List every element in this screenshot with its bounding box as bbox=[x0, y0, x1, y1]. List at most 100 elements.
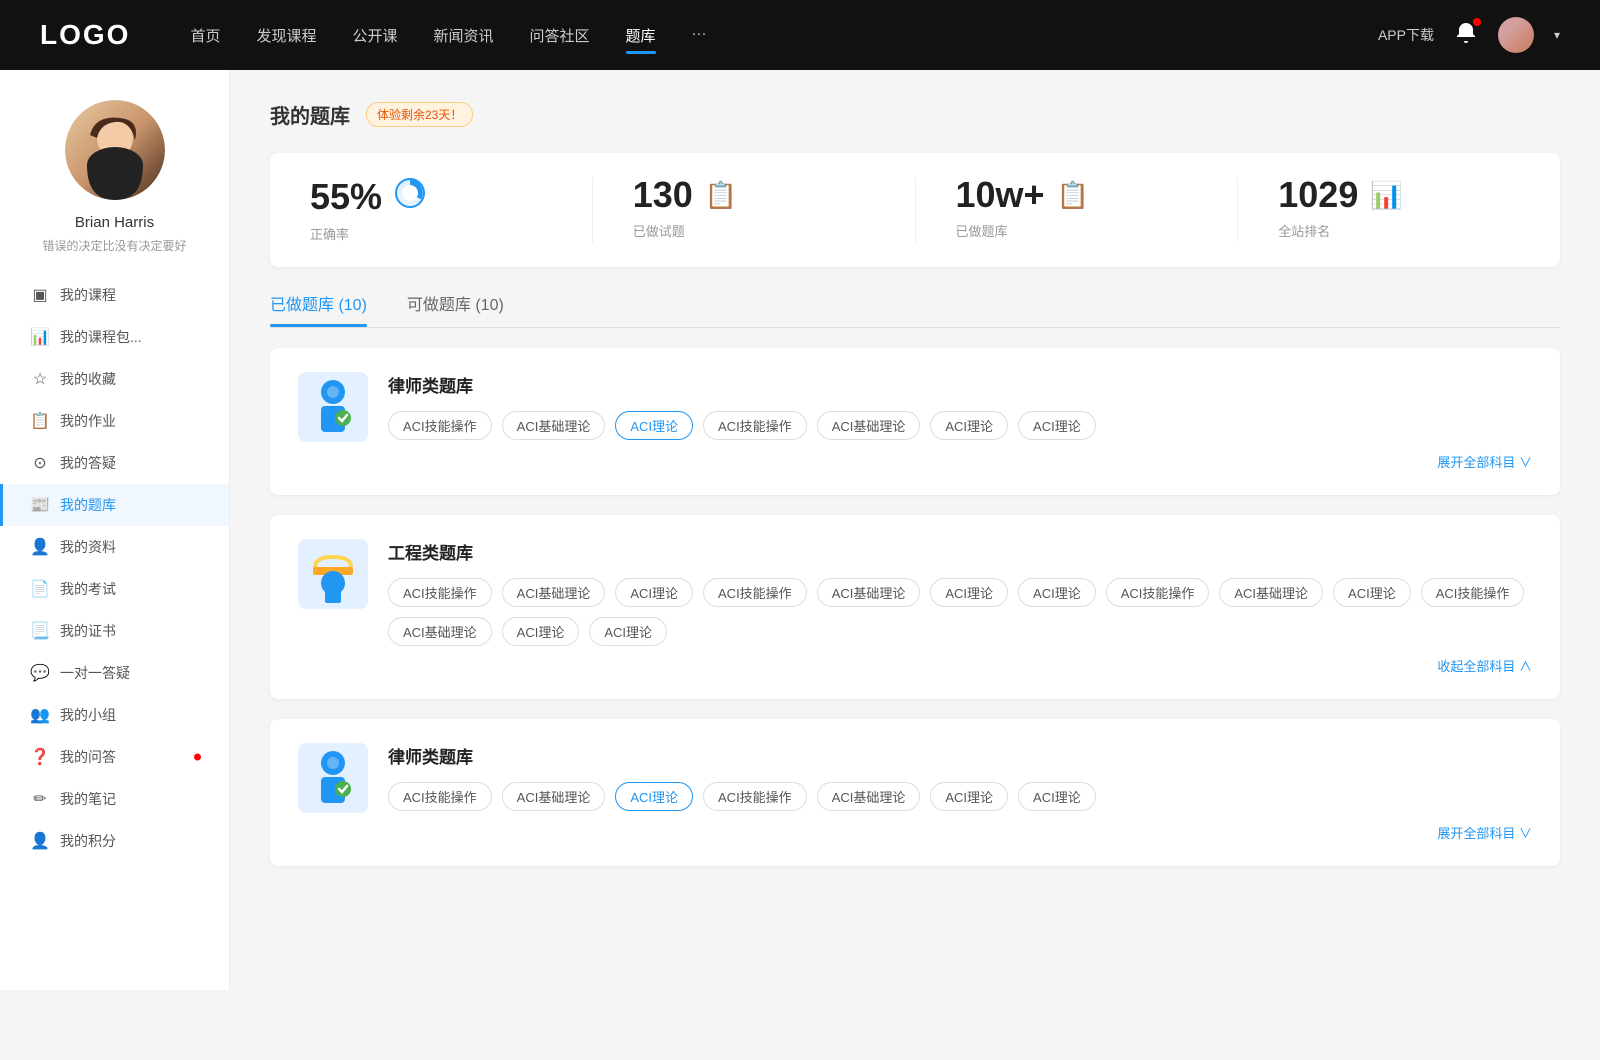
bank-tag-0-5[interactable]: ACI理论 bbox=[930, 411, 1008, 440]
bank-tag-1-7[interactable]: ACI技能操作 bbox=[1106, 578, 1210, 607]
tab-item-1[interactable]: 可做题库 (10) bbox=[407, 291, 504, 327]
sidebar-menu-item-12[interactable]: ✏ 我的笔记 bbox=[0, 778, 229, 820]
bank-expand-1[interactable]: 收起全部科目 ∧ bbox=[298, 656, 1532, 675]
tabs-row: 已做题库 (10) 可做题库 (10) bbox=[270, 291, 1560, 328]
bank-tag-1-3[interactable]: ACI技能操作 bbox=[703, 578, 807, 607]
menu-label-11: 我的问答 bbox=[60, 747, 116, 767]
nav-item-公开课[interactable]: 公开课 bbox=[352, 21, 397, 50]
bank-tag-1-9[interactable]: ACI理论 bbox=[1333, 578, 1411, 607]
bank-tags-0: ACI技能操作 ACI基础理论 ACI理论 ACI技能操作 ACI基础理论 ACI理论 AC… bbox=[388, 411, 1532, 440]
bank-tag-1-5[interactable]: ACI理论 bbox=[930, 578, 1008, 607]
bank-cards-container: 律师类题库 ACI技能操作ACI基础理论ACI理论ACI技能操作ACI基础理论A… bbox=[270, 348, 1560, 866]
app-download-link[interactable]: APP下载 bbox=[1378, 25, 1434, 45]
avatar[interactable] bbox=[1498, 17, 1534, 53]
notification-badge bbox=[1473, 18, 1481, 26]
sidebar-menu-item-6[interactable]: 👤 我的资料 bbox=[0, 526, 229, 568]
bank-tag-2-0[interactable]: ACI技能操作 bbox=[388, 782, 492, 811]
bank-tag-0-1[interactable]: ACI基础理论 bbox=[502, 411, 606, 440]
sidebar-menu-item-8[interactable]: 📃 我的证书 bbox=[0, 610, 229, 652]
bank-tag-1-2[interactable]: ACI理论 bbox=[615, 578, 693, 607]
menu-label-0: 我的课程 bbox=[60, 285, 116, 305]
stat-icon-1: 📋 bbox=[705, 179, 737, 211]
sidebar-menu-item-10[interactable]: 👥 我的小组 bbox=[0, 694, 229, 736]
stat-label-2: 已做题库 bbox=[956, 221, 1008, 240]
bank-tag-2-4[interactable]: ACI基础理论 bbox=[817, 782, 921, 811]
menu-icon-4: ⊙ bbox=[30, 453, 50, 473]
bank-card-0: 律师类题库 ACI技能操作ACI基础理论ACI理论ACI技能操作ACI基础理论A… bbox=[270, 348, 1560, 495]
bank-tag-1-1[interactable]: ACI基础理论 bbox=[502, 578, 606, 607]
nav-item-新闻资讯[interactable]: 新闻资讯 bbox=[434, 21, 494, 50]
sidebar-menu-item-13[interactable]: 👤 我的积分 bbox=[0, 820, 229, 862]
sidebar-menu-item-0[interactable]: ▣ 我的课程 bbox=[0, 274, 229, 316]
bank-title-1: 工程类题库 bbox=[388, 539, 1532, 564]
bank-tag-1-4[interactable]: ACI基础理论 bbox=[817, 578, 921, 607]
sidebar-motto: 错误的决定比没有决定要好 bbox=[22, 237, 206, 254]
stat-main-3: 1029 📊 bbox=[1278, 177, 1402, 213]
tab-item-0[interactable]: 已做题库 (10) bbox=[270, 291, 367, 327]
menu-label-13: 我的积分 bbox=[60, 831, 116, 851]
stat-main-0: 55% bbox=[310, 177, 426, 216]
stat-item-3: 1029 📊 全站排名 bbox=[1238, 177, 1560, 243]
menu-label-12: 我的笔记 bbox=[60, 789, 116, 809]
menu-icon-13: 👤 bbox=[30, 831, 50, 851]
stat-main-2: 10w+ 📋 bbox=[956, 177, 1089, 213]
sidebar-menu-item-1[interactable]: 📊 我的课程包... bbox=[0, 316, 229, 358]
menu-label-8: 我的证书 bbox=[60, 621, 116, 641]
bank-tag-2-6[interactable]: ACI理论 bbox=[1018, 782, 1096, 811]
sidebar-menu-item-5[interactable]: 📰 我的题库 bbox=[0, 484, 229, 526]
stat-value-1: 130 bbox=[633, 177, 693, 213]
bank-tag-1-13[interactable]: ACI理论 bbox=[589, 617, 667, 646]
sidebar-menu-item-4[interactable]: ⊙ 我的答疑 bbox=[0, 442, 229, 484]
bank-tag-0-0[interactable]: ACI技能操作 bbox=[388, 411, 492, 440]
avatar-dropdown-icon[interactable]: ▾ bbox=[1554, 28, 1560, 42]
sidebar-menu-item-7[interactable]: 📄 我的考试 bbox=[0, 568, 229, 610]
bank-card-header-1: 工程类题库 ACI技能操作ACI基础理论ACI理论ACI技能操作ACI基础理论A… bbox=[298, 539, 1532, 646]
bank-tag-1-12[interactable]: ACI理论 bbox=[502, 617, 580, 646]
stat-main-1: 130 📋 bbox=[633, 177, 737, 213]
menu-label-3: 我的作业 bbox=[60, 411, 116, 431]
sidebar-menu-item-3[interactable]: 📋 我的作业 bbox=[0, 400, 229, 442]
bank-tag-1-6[interactable]: ACI理论 bbox=[1018, 578, 1096, 607]
sidebar-avatar bbox=[65, 100, 165, 200]
bank-tag-2-3[interactable]: ACI技能操作 bbox=[703, 782, 807, 811]
bank-tag-0-6[interactable]: ACI理论 bbox=[1018, 411, 1096, 440]
bank-tag-1-8[interactable]: ACI基础理论 bbox=[1219, 578, 1323, 607]
sidebar-menu-item-9[interactable]: 💬 一对一答疑 bbox=[0, 652, 229, 694]
bank-tag-0-2[interactable]: ACI理论 bbox=[615, 411, 693, 440]
menu-icon-11: ❓ bbox=[30, 747, 50, 767]
menu-label-6: 我的资料 bbox=[60, 537, 116, 557]
nav-item-问答社区[interactable]: 问答社区 bbox=[530, 21, 590, 50]
bank-tag-2-5[interactable]: ACI理论 bbox=[930, 782, 1008, 811]
menu-icon-7: 📄 bbox=[30, 579, 50, 599]
bank-expand-0[interactable]: 展开全部科目 ∨ bbox=[298, 452, 1532, 471]
menu-icon-3: 📋 bbox=[30, 411, 50, 431]
bank-tag-0-4[interactable]: ACI基础理论 bbox=[817, 411, 921, 440]
menu-dot-11 bbox=[194, 754, 201, 761]
menu-label-2: 我的收藏 bbox=[60, 369, 116, 389]
nav-item-···[interactable]: ··· bbox=[692, 21, 707, 50]
bank-tag-2-2[interactable]: ACI理论 bbox=[615, 782, 693, 811]
bank-tags-1: ACI技能操作 ACI基础理论 ACI理论 ACI技能操作 ACI基础理论 ACI理论 AC… bbox=[388, 578, 1532, 646]
nav-item-题库[interactable]: 题库 bbox=[626, 21, 656, 50]
page-title: 我的题库 bbox=[270, 100, 350, 129]
sidebar-menu-item-11[interactable]: ❓ 我的问答 bbox=[0, 736, 229, 778]
bank-icon-2 bbox=[298, 743, 368, 813]
nav-item-发现课程[interactable]: 发现课程 bbox=[256, 21, 316, 50]
bank-tag-1-11[interactable]: ACI基础理论 bbox=[388, 617, 492, 646]
notification-bell[interactable] bbox=[1454, 21, 1478, 50]
menu-icon-12: ✏ bbox=[30, 789, 50, 809]
bank-tag-0-3[interactable]: ACI技能操作 bbox=[703, 411, 807, 440]
bank-tag-1-0[interactable]: ACI技能操作 bbox=[388, 578, 492, 607]
logo: LOGO bbox=[40, 19, 130, 51]
nav-item-首页[interactable]: 首页 bbox=[190, 21, 220, 50]
stats-row: 55% 正确率 130 📋 已做试题 10w+ 📋 已做题库 1029 📊 全站… bbox=[270, 153, 1560, 267]
bank-expand-2[interactable]: 展开全部科目 ∨ bbox=[298, 823, 1532, 842]
sidebar-menu: ▣ 我的课程 📊 我的课程包... ☆ 我的收藏 📋 我的作业 ⊙ 我的答疑 📰… bbox=[0, 274, 229, 862]
bank-tag-2-1[interactable]: ACI基础理论 bbox=[502, 782, 606, 811]
stat-label-1: 已做试题 bbox=[633, 221, 685, 240]
menu-icon-0: ▣ bbox=[30, 285, 50, 305]
main-layout: Brian Harris 错误的决定比没有决定要好 ▣ 我的课程 📊 我的课程包… bbox=[0, 70, 1600, 990]
stat-item-2: 10w+ 📋 已做题库 bbox=[916, 177, 1239, 243]
sidebar-menu-item-2[interactable]: ☆ 我的收藏 bbox=[0, 358, 229, 400]
bank-tag-1-10[interactable]: ACI技能操作 bbox=[1421, 578, 1525, 607]
